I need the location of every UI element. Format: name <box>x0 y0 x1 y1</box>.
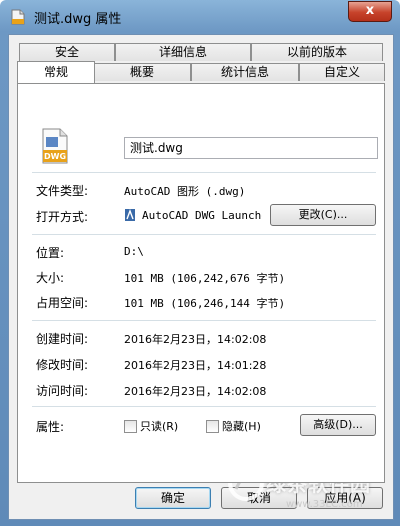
readonly-checkbox[interactable] <box>124 420 137 433</box>
size-label: 大小: <box>36 271 65 285</box>
divider <box>32 320 376 321</box>
watermark-url: www.33LC.com <box>286 499 363 510</box>
file-type-label: 文件类型: <box>36 184 89 198</box>
close-button[interactable]: x <box>348 1 392 22</box>
advanced-button[interactable]: 高级(D)... <box>300 414 376 436</box>
modified-value: 2016年2月23日，14:01:28 <box>124 359 267 372</box>
accessed-label: 访问时间: <box>36 384 89 398</box>
readonly-label[interactable]: 只读(R) <box>140 418 178 434</box>
tab-details[interactable]: 详细信息 <box>115 43 251 61</box>
size-value: 101 MB (106,242,676 字节) <box>124 272 286 285</box>
general-panel: DWG 测试.dwg 文件类型: AutoCAD 图形 (.dwg) 打开方式:… <box>17 83 385 483</box>
file-type-value: AutoCAD 图形 (.dwg) <box>124 185 246 198</box>
tab-security[interactable]: 安全 <box>19 43 115 61</box>
disk-size-value: 101 MB (106,246,144 字节) <box>124 297 286 310</box>
attributes-label: 属性: <box>36 420 65 434</box>
tab-summary[interactable]: 概要 <box>93 63 191 81</box>
location-value: D:\ <box>124 245 144 258</box>
window-title: 测试.dwg 属性 <box>34 12 122 27</box>
ok-button[interactable]: 确定 <box>135 487 211 509</box>
change-button[interactable]: 更改(C)... <box>270 204 376 226</box>
created-label: 创建时间: <box>36 332 89 346</box>
accessed-value: 2016年2月23日，14:02:08 <box>124 385 267 398</box>
open-with-label: 打开方式: <box>36 210 89 224</box>
title-bar: 测试.dwg 属性 x <box>0 0 400 34</box>
dwg-file-icon <box>11 9 25 25</box>
modified-label: 修改时间: <box>36 358 89 372</box>
svg-text:DWG: DWG <box>44 152 66 161</box>
open-with-value: AutoCAD DWG Launche <box>142 209 262 222</box>
divider <box>32 406 376 407</box>
tab-custom[interactable]: 自定义 <box>299 63 385 81</box>
hidden-label[interactable]: 隐藏(H) <box>222 418 261 434</box>
dialog-client: 安全 详细信息 以前的版本 概要 统计信息 自定义 常规 DWG 测试.dwg … <box>8 34 394 520</box>
autocad-icon <box>125 209 135 221</box>
disk-size-label: 占用空间: <box>36 296 89 310</box>
divider <box>32 172 376 173</box>
hidden-checkbox[interactable] <box>206 420 219 433</box>
location-label: 位置: <box>36 246 65 260</box>
tab-general[interactable]: 常规 <box>17 61 95 83</box>
properties-window: 测试.dwg 属性 x 安全 详细信息 以前的版本 概要 统计信息 自定义 常规… <box>0 0 400 526</box>
divider <box>32 234 376 235</box>
file-name-field[interactable]: 测试.dwg <box>124 137 378 159</box>
tab-previous-versions[interactable]: 以前的版本 <box>251 43 383 61</box>
dwg-file-icon: DWG <box>42 128 68 164</box>
tab-statistics[interactable]: 统计信息 <box>191 63 299 81</box>
created-value: 2016年2月23日，14:02:08 <box>124 333 267 346</box>
